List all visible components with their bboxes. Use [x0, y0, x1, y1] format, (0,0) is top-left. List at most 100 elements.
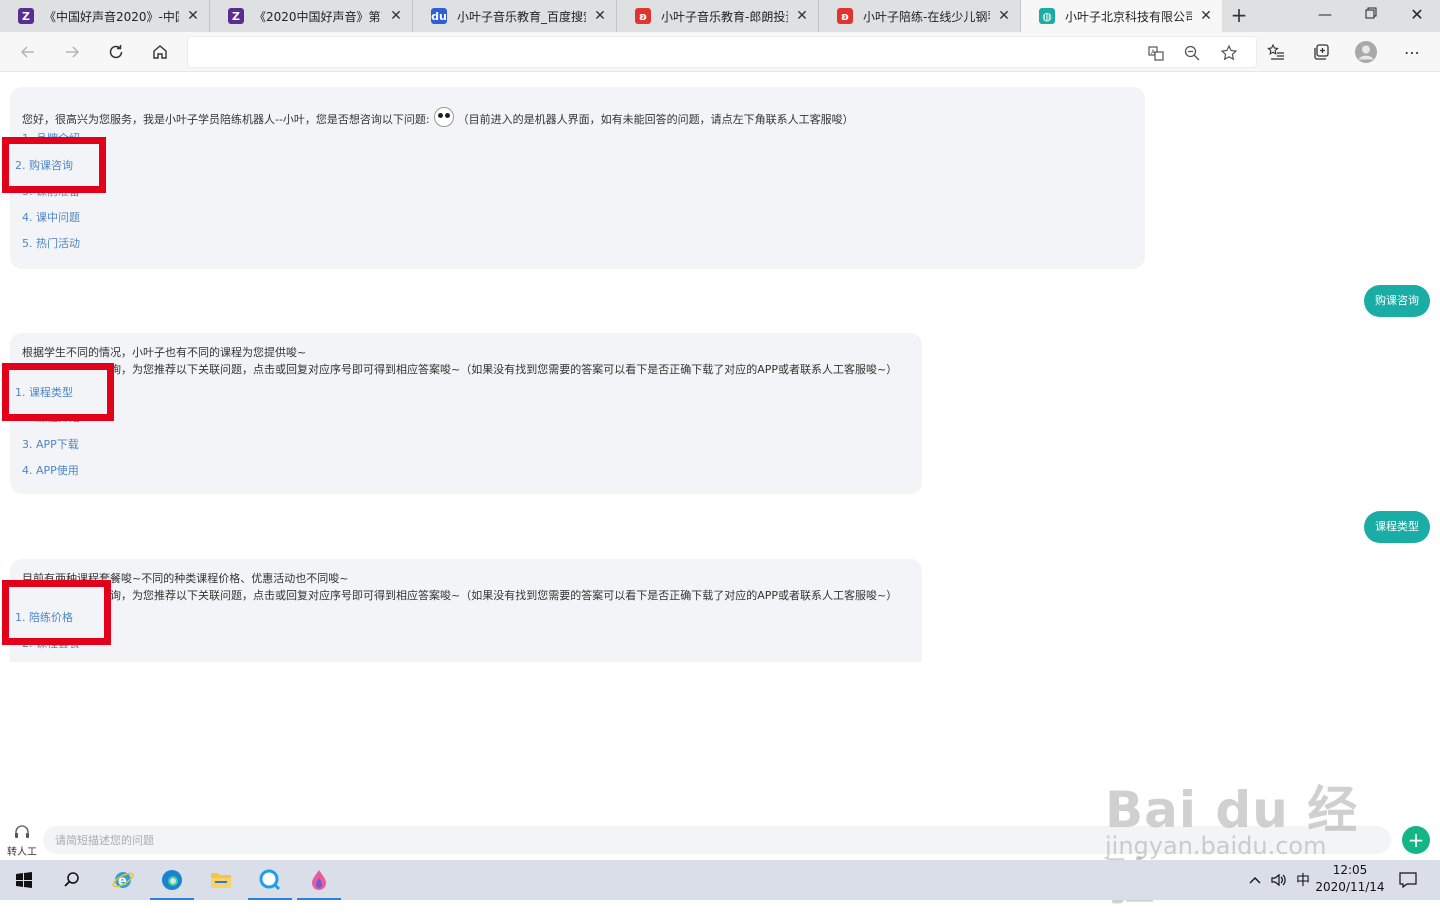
transfer-to-human-button[interactable]: 转人工 — [4, 824, 40, 858]
favorites-button[interactable] — [1262, 38, 1290, 66]
more-icon: ⋯ — [1404, 42, 1420, 62]
zoom-out-icon — [1184, 45, 1200, 61]
clock-time: 12:05 — [1332, 863, 1368, 877]
close-icon[interactable]: ✕ — [185, 8, 201, 24]
chat-input-bar: 转人工 + — [0, 822, 1440, 860]
notification-button[interactable] — [1396, 860, 1420, 900]
tab-6-active[interactable]: ◍ 小叶子北京科技有限公司 ✕ — [1021, 0, 1222, 32]
profile-button[interactable] — [1352, 38, 1380, 66]
browser-search-icon — [259, 869, 281, 891]
drop-icon — [312, 870, 326, 890]
user-message: 课程类型 — [1364, 511, 1430, 543]
edge-icon — [162, 870, 182, 890]
favorite-button[interactable] — [1215, 41, 1243, 65]
translate-icon: A — [1148, 46, 1164, 61]
speaker-icon — [1271, 873, 1286, 887]
taskbar-explorer[interactable] — [197, 860, 245, 900]
option-app-download[interactable]: 3. APP下载 — [22, 436, 79, 452]
system-clock[interactable]: 12:05 2020/11/14 — [1310, 862, 1390, 896]
start-button[interactable] — [0, 860, 48, 900]
greeting-text: 您好，很高兴为您服务，我是小叶子学员陪练机器人--小叶，您是否想咨询以下问题: — [22, 113, 430, 126]
taskbar-paint[interactable] — [295, 860, 343, 900]
highlighted-option-course-type[interactable]: 1. 课程类型 — [15, 384, 73, 400]
taskbar-ie[interactable]: e — [99, 860, 147, 900]
restore-icon — [1365, 7, 1377, 19]
option-app-usage[interactable]: 4. APP使用 — [22, 462, 79, 478]
minimize-button[interactable]: — — [1302, 0, 1348, 30]
highlight-box: 1. 陪练价格 — [2, 580, 111, 645]
tab-title: 小叶子音乐教育_百度搜索 — [457, 9, 586, 24]
bot-message-text: 您好，根据您的咨询，为您推荐以下关联问题，点击或回复对应序号即可得到相应答案唆~… — [22, 363, 898, 376]
internet-explorer-icon: e — [112, 872, 134, 889]
windows-logo-icon — [16, 872, 32, 888]
home-icon — [153, 45, 167, 59]
refresh-button[interactable] — [102, 38, 130, 66]
taskbar-edge[interactable] — [148, 860, 196, 900]
collections-button[interactable] — [1307, 38, 1335, 66]
search-button[interactable] — [48, 860, 96, 900]
notification-icon — [1399, 872, 1417, 888]
highlighted-option-tutoring-price[interactable]: 1. 陪练价格 — [15, 609, 73, 625]
forward-button[interactable] — [58, 38, 86, 66]
windows-taskbar: e 中 12:05 2020/11/14 — [0, 860, 1440, 900]
tab-2[interactable]: Z 《2020中国好声音》第13 ✕ — [210, 0, 413, 32]
tab-title: 《中国好声音2020》-中国 — [44, 9, 179, 24]
highlighted-option-course-purchase[interactable]: 2. 购课咨询 — [15, 157, 73, 173]
avatar-icon — [1355, 41, 1377, 63]
zhibo-logo-icon: Z — [228, 8, 244, 24]
plus-icon: + — [1407, 828, 1425, 852]
close-icon[interactable]: ✕ — [592, 8, 608, 24]
collections-icon — [1314, 44, 1329, 60]
close-icon[interactable]: ✕ — [794, 8, 810, 24]
tab-title: 小叶子音乐教育-郎朗投资 — [661, 9, 788, 24]
tab-3[interactable]: du 小叶子音乐教育_百度搜索 ✕ — [413, 0, 617, 32]
star-icon — [1220, 44, 1238, 61]
leaf-logo-icon: ʚ — [837, 8, 853, 24]
search-icon — [64, 872, 79, 887]
tab-title: 《2020中国好声音》第13 — [254, 9, 382, 24]
question-input[interactable] — [43, 826, 1391, 854]
user-message: 购课咨询 — [1364, 285, 1430, 317]
headset-icon — [15, 825, 29, 838]
new-tab-button[interactable]: + — [1228, 4, 1250, 28]
settings-menu-button[interactable]: ⋯ — [1398, 38, 1426, 66]
read-aloud-button[interactable]: A — [1142, 41, 1170, 65]
home-button[interactable] — [146, 38, 174, 66]
bot-message-text: 根据学生不同的情况，小叶子也有不同的课程为您提供唆~ — [22, 346, 307, 359]
panda-emoji-icon — [433, 107, 454, 127]
arrow-left-icon — [20, 46, 34, 58]
favorites-list-icon — [1267, 43, 1284, 60]
tab-4[interactable]: ʚ 小叶子音乐教育-郎朗投资 ✕ — [617, 0, 819, 32]
browser-tab-strip: Z 《中国好声音2020》-中国 ✕ Z 《2020中国好声音》第13 ✕ du… — [0, 0, 1440, 32]
taskbar-browser[interactable] — [246, 860, 294, 900]
note-text: （目前进入的是机器人界面，如有未能回答的问题，请点左下角联系人工客服唆） — [457, 113, 854, 126]
add-button[interactable]: + — [1402, 826, 1430, 854]
bot-message: 目前有两种课程套餐唆~不同的种类课程价格、优惠活动也不同唆~ 您好，根据您的咨询… — [10, 559, 922, 662]
chat-area[interactable]: 您好，很高兴为您服务，我是小叶子学员陪练机器人--小叶，您是否想咨询以下问题: （… — [0, 72, 1440, 822]
bot-message: 根据学生不同的情况，小叶子也有不同的课程为您提供唆~ 您好，根据您的咨询，为您推… — [10, 333, 922, 494]
clock-date: 2020/11/14 — [1315, 880, 1385, 894]
highlight-box: 2. 购课咨询 — [2, 137, 106, 193]
tray-overflow-button[interactable] — [1244, 860, 1266, 900]
close-icon[interactable]: ✕ — [1198, 8, 1214, 24]
back-button[interactable] — [14, 38, 42, 66]
refresh-icon — [109, 45, 123, 59]
leaf-logo-icon: ʚ — [635, 8, 651, 24]
tab-1[interactable]: Z 《中国好声音2020》-中国 ✕ — [0, 0, 210, 32]
tab-title: 小叶子陪练-在线少儿钢琴 — [863, 9, 990, 24]
arrow-right-icon — [66, 46, 80, 58]
zhibo-logo-icon: Z — [18, 8, 34, 24]
browser-toolbar: A ⋯ — [0, 32, 1440, 72]
tab-5[interactable]: ʚ 小叶子陪练-在线少儿钢琴 ✕ — [819, 0, 1021, 32]
close-icon[interactable]: ✕ — [996, 8, 1012, 24]
bot-message-text: 您好，根据您的咨询，为您推荐以下关联问题，点击或回复对应序号即可得到相应答案唆~… — [22, 589, 898, 602]
volume-button[interactable] — [1268, 860, 1290, 900]
transfer-to-human-label: 转人工 — [7, 847, 37, 858]
restore-button[interactable] — [1348, 0, 1394, 30]
option-in-class[interactable]: 4. 课中问题 — [22, 209, 80, 225]
close-icon[interactable]: ✕ — [388, 8, 404, 24]
close-window-button[interactable]: ✕ — [1394, 0, 1440, 30]
address-bar[interactable]: A — [187, 36, 1257, 68]
zoom-button[interactable] — [1178, 41, 1206, 65]
option-hot-events[interactable]: 5. 热门活动 — [22, 235, 80, 251]
